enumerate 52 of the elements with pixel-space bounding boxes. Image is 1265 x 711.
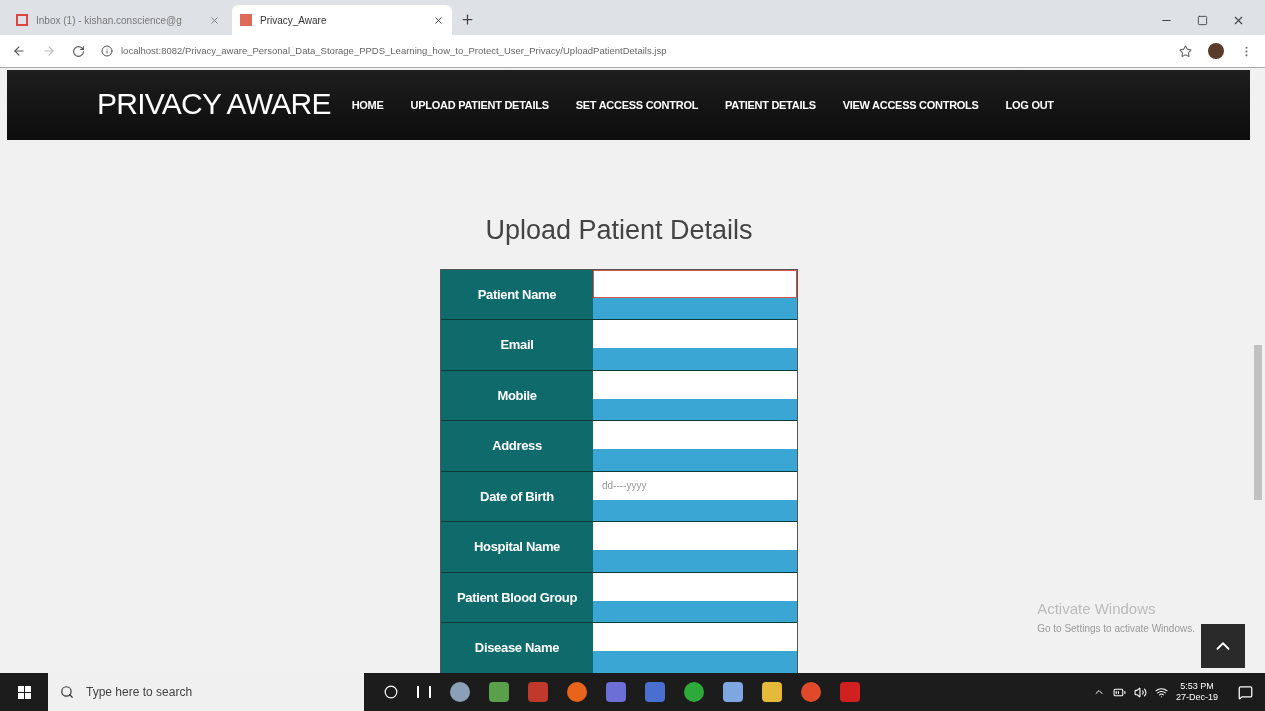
brand-logo[interactable]: PRIVACY AWARE (97, 80, 331, 126)
app-icon[interactable] (567, 682, 587, 702)
nav-link[interactable]: HOME (351, 96, 384, 114)
search-placeholder: Type here to search (86, 684, 193, 701)
address-field[interactable]: localhost:8082/Privacy_aware_Personal_Data_Storage_PPDS_Learning_how_to_Protect_User_Privacy/UploadPatientDetails.jsp (121, 43, 667, 59)
mail-icon (16, 14, 28, 26)
app-icon[interactable] (684, 682, 704, 702)
scrollbar-thumb[interactable] (1254, 345, 1262, 500)
tab-title: Inbox (1) - kishan.conscience@g (36, 13, 183, 28)
nav-link[interactable]: VIEW ACCESS CONTROLS (842, 96, 979, 114)
field-label: Mobile (497, 386, 537, 405)
nav-link[interactable]: SET ACCESS CONTROL (575, 96, 699, 114)
browser-tab[interactable]: Privacy_Aware (232, 5, 452, 35)
avatar-icon[interactable] (1208, 43, 1224, 59)
field-label: Hospital Name (473, 538, 561, 556)
field-label: Disease Name (474, 639, 560, 657)
info-icon (101, 45, 113, 57)
nav-link[interactable]: UPLOAD PATIENT DETAILS (410, 96, 549, 114)
app-icon[interactable] (801, 682, 821, 702)
task-grid-icon[interactable] (417, 686, 431, 698)
field-label: Patient Blood Group (456, 588, 578, 607)
close-icon[interactable] (1232, 14, 1245, 27)
notification-icon[interactable] (1238, 684, 1253, 700)
reload-icon[interactable] (72, 44, 85, 58)
field-label: Email (500, 336, 534, 354)
new-tab-icon[interactable] (460, 12, 475, 27)
clock-time[interactable]: 5:53 PM (1180, 680, 1214, 692)
app-icon[interactable] (723, 682, 743, 702)
tab-title: Privacy_Aware (260, 13, 328, 28)
page-title: Upload Patient Details (485, 214, 753, 247)
task-view-icon[interactable] (384, 685, 398, 699)
field-label: Patient Name (477, 285, 557, 304)
app-icon[interactable] (489, 682, 509, 702)
site-icon (240, 14, 252, 26)
network-icon[interactable] (1154, 685, 1168, 699)
nav-link[interactable]: LOG OUT (1005, 96, 1054, 114)
bookmark-icon[interactable] (1179, 44, 1192, 58)
nav-link[interactable]: PATIENT DETAILS (725, 96, 816, 114)
clock-date[interactable]: 27-Dec-19 (1175, 692, 1218, 704)
close-icon[interactable] (433, 14, 444, 26)
search-field[interactable]: Type here to search (48, 673, 364, 711)
field-label: Date of Birth (480, 487, 554, 506)
activation-text: Go to Settings to activate Windows. (1037, 621, 1195, 636)
app-icon[interactable] (606, 682, 626, 702)
search-icon (60, 685, 74, 699)
back-icon[interactable] (12, 44, 26, 58)
input-field[interactable] (593, 269, 797, 298)
maximize-icon[interactable] (1197, 15, 1208, 26)
field-label: Address (492, 437, 542, 455)
volume-icon[interactable] (1133, 685, 1147, 699)
app-icon[interactable] (450, 682, 470, 702)
app-icon[interactable] (762, 682, 782, 702)
